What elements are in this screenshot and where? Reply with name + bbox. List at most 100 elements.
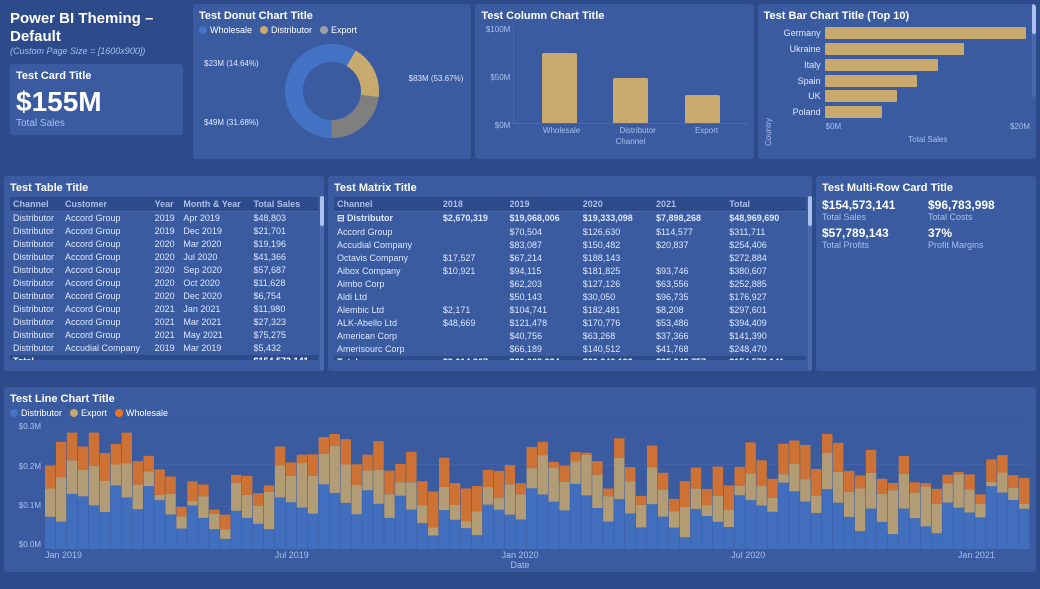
matrix-row: ALK-Abello Ltd$48,669$121,478$170,776$53… <box>334 316 806 329</box>
col-channel: Channel <box>10 197 62 212</box>
x-jul19: Jul 2019 <box>275 550 309 560</box>
export-label: Export <box>331 25 357 35</box>
line-label-wholesale: Wholesale <box>126 408 168 418</box>
bar-label-poland: Poland <box>776 107 821 117</box>
bar-y-title: Country <box>764 25 773 146</box>
multirow-total-costs: $96,783,998 Total Costs <box>928 198 1030 222</box>
legend-distributor: Distributor <box>260 25 312 35</box>
bar-fill-italy <box>825 59 938 71</box>
dashboard: Power BI Theming – Default (Custom Page … <box>0 0 1040 589</box>
bar-x-0: $0M <box>826 122 842 131</box>
table-row: DistributorAccord Group2020Oct 2020$11,6… <box>10 276 318 289</box>
y-0: $0M <box>495 121 511 130</box>
multirow-profit-margins: 37% Profit Margins <box>928 226 1030 250</box>
line-legend: Distributor Export Wholesale <box>10 408 1030 418</box>
bar-bg-poland <box>825 106 1030 118</box>
matrix-row: Alembic Ltd$2,171$104,741$182,481$8,208$… <box>334 303 806 316</box>
line-dot-wholesale <box>115 409 123 417</box>
wholesale-label: Wholesale <box>210 25 252 35</box>
line-label-distributor: Distributor <box>21 408 62 418</box>
ml-total-sales: Total Sales <box>822 212 924 222</box>
col-month: Month & Year <box>180 197 250 212</box>
bar-title: Test Bar Chart Title (Top 10) <box>764 10 1030 22</box>
row2: Test Table Title Channel Customer Year M… <box>4 176 1036 371</box>
bar-label-uk: UK <box>776 91 821 101</box>
table-title: Test Table Title <box>10 182 318 194</box>
y-02: $0.2M <box>19 462 41 471</box>
bar-export <box>685 95 720 123</box>
line-svg <box>45 422 1030 549</box>
matrix-scrollbar[interactable] <box>808 196 812 371</box>
bar-fill-poland <box>825 106 882 118</box>
y-00: $0.0M <box>19 540 41 549</box>
line-chart-inner <box>45 422 1030 549</box>
card-label: Total Sales <box>16 118 177 129</box>
col-bar-distributor <box>613 78 648 123</box>
x-jan21: Jan 2021 <box>958 550 995 560</box>
matrix-row: Octavis Company$17,527$67,214$188,143$27… <box>334 251 806 264</box>
bar-poland: Poland <box>776 106 1030 118</box>
mv-total-costs: $96,783,998 <box>928 198 1030 212</box>
table-footer-row: Total$154,573,141 <box>10 354 318 360</box>
donut-panel: Test Donut Chart Title Wholesale Distrib… <box>193 4 471 159</box>
donut-title: Test Donut Chart Title <box>199 10 465 22</box>
table-container[interactable]: Channel Customer Year Month & Year Total… <box>10 197 318 360</box>
x-date-title: Date <box>10 560 1030 570</box>
matrix-row: ⊟ Distributor$2,670,319$19,068,006$19,33… <box>334 211 806 225</box>
x-axis-title: Channel <box>513 137 747 146</box>
table-row: DistributorAccord Group2021May 2021$75,2… <box>10 328 318 341</box>
matrix-container[interactable]: Channel 2018 2019 2020 2021 Total ⊟ Dist… <box>334 197 806 360</box>
bar-chart-panel: Test Bar Chart Title (Top 10) Country Ge… <box>758 4 1036 159</box>
mcol-2018: 2018 <box>440 197 507 212</box>
subtitle: (Custom Page Size = [1600x900]) <box>10 46 183 56</box>
line-title: Test Line Chart Title <box>10 393 1030 405</box>
line-legend-export: Export <box>70 408 107 418</box>
line-label-export: Export <box>81 408 107 418</box>
bar-x-labels: $0M $20M <box>776 122 1030 131</box>
matrix-row: American Corp$40,756$63,268$37,366$141,3… <box>334 329 806 342</box>
matrix-row: Aimbo Corp$62,203$127,126$63,556$252,885 <box>334 277 806 290</box>
row1: Power BI Theming – Default (Custom Page … <box>4 4 1036 159</box>
x-jan20: Jan 2020 <box>501 550 538 560</box>
bar-label-spain: Spain <box>776 76 821 86</box>
table-row: DistributorAccord Group2020Dec 2020$6,75… <box>10 289 318 302</box>
scrollbar-thumb <box>1032 4 1036 34</box>
export-dot <box>320 26 328 34</box>
matrix-scrollbar-thumb <box>808 196 812 226</box>
y-100: $100M <box>486 25 510 34</box>
scrollbar[interactable] <box>1032 4 1036 97</box>
bar-uk: UK <box>776 90 1030 102</box>
ml-total-profits: Total Profits <box>822 240 924 250</box>
table-scrollbar[interactable] <box>320 196 324 371</box>
mv-total-profits: $57,789,143 <box>822 226 924 240</box>
table-row: DistributorAccord Group2021Mar 2021$27,3… <box>10 315 318 328</box>
donut-container: $23M (14.64%) $49M (31.68%) $83M (53.67%… <box>199 39 465 142</box>
ml-profit-margins: Profit Margins <box>928 240 1030 250</box>
table-row: DistributorAccord Group2021Jan 2021$11,9… <box>10 302 318 315</box>
card-value: $155M <box>16 86 177 118</box>
donut-legend: Wholesale Distributor Export <box>199 25 465 35</box>
card-panel: Test Card Title $155M Total Sales <box>10 64 183 135</box>
x-distributor: Distributor <box>619 126 655 135</box>
line-legend-distributor: Distributor <box>10 408 62 418</box>
bar-distributor <box>613 78 648 123</box>
column-title: Test Column Chart Title <box>481 10 747 22</box>
matrix-header: Channel 2018 2019 2020 2021 Total <box>334 197 806 212</box>
distributor-label: Distributor <box>271 25 312 35</box>
donut-label-2: $49M (31.68%) <box>204 118 259 127</box>
main-title: Power BI Theming – Default <box>10 10 183 46</box>
table-row: DistributorAccord Group2020Mar 2020$19,1… <box>10 237 318 250</box>
donut-svg <box>272 41 392 141</box>
x-wholesale: Wholesale <box>543 126 580 135</box>
mcol-2021: 2021 <box>653 197 726 212</box>
line-y-axis: $0.3M $0.2M $0.1M $0.0M <box>10 422 45 549</box>
bar-chart-area: Country Germany Ukraine <box>764 25 1030 146</box>
matrix-row: Aldi Ltd$50,143$30,050$96,735$176,927 <box>334 290 806 303</box>
y-01: $0.1M <box>19 501 41 510</box>
bar-bg-spain <box>825 75 1030 87</box>
bar-italy: Italy <box>776 59 1030 71</box>
legend-wholesale: Wholesale <box>199 25 252 35</box>
mv-profit-margins: 37% <box>928 226 1030 240</box>
col-bars <box>513 25 747 124</box>
col-customer: Customer <box>62 197 152 212</box>
